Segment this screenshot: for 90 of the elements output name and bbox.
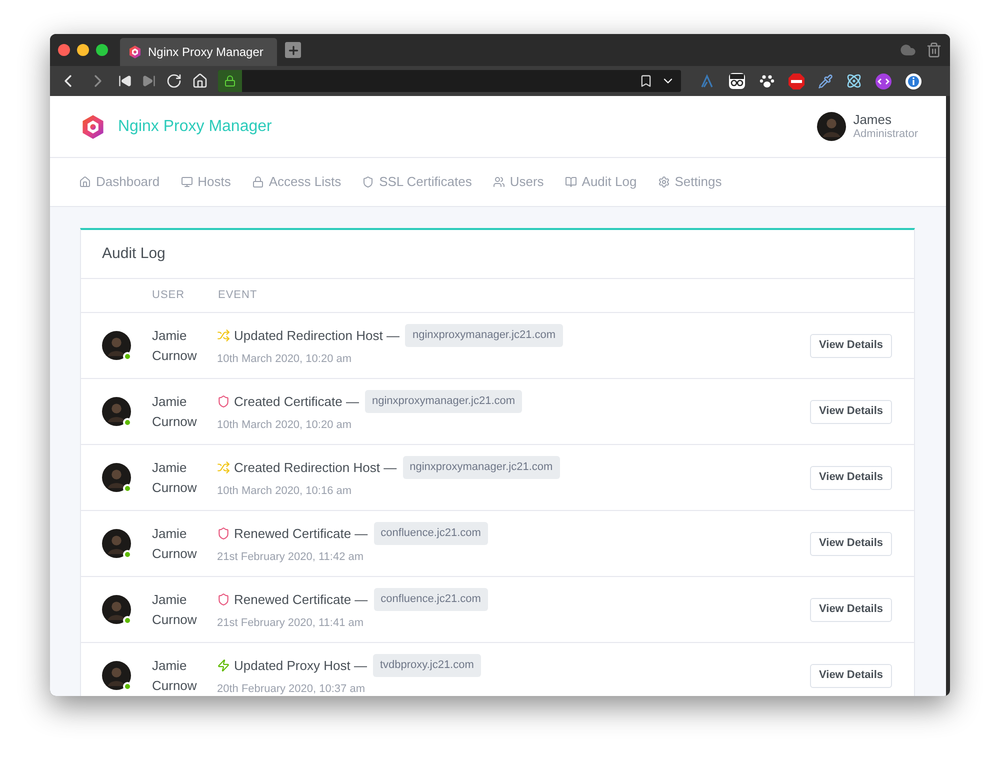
nav-link[interactable]: Audit Log [564, 172, 637, 192]
browser-tab[interactable]: Nginx Proxy Manager [120, 38, 277, 66]
book-icon [564, 176, 577, 188]
host-tag: confluence.jc21.com [374, 588, 488, 610]
lock-icon [224, 75, 236, 87]
avatar-icon [102, 529, 131, 558]
host-tag: nginxproxymanager.jc21.com [402, 456, 560, 478]
avatar-icon [102, 397, 131, 426]
user-last-name: Curnow [152, 544, 198, 562]
avatar-icon [102, 331, 131, 360]
event-timestamp: 10th March 2020, 10:20 am [217, 418, 353, 432]
event-description: Updated Proxy Host — [234, 656, 367, 675]
user-first-name: Jamie [152, 392, 188, 410]
user-name: James [853, 112, 892, 126]
home-icon[interactable] [192, 73, 208, 89]
settings-icon [658, 176, 670, 188]
extension-icon[interactable] [699, 73, 715, 89]
new-tab-button[interactable] [285, 42, 301, 58]
hexagon-logo-icon [80, 114, 106, 140]
glasses-icon[interactable] [728, 72, 746, 90]
lock-icon [252, 176, 264, 188]
host-tag: confluence.jc21.com [374, 522, 488, 544]
shuffle-icon [217, 328, 230, 342]
event-description: Renewed Certificate — [234, 590, 368, 608]
shuffle-icon [217, 460, 230, 474]
trash-icon[interactable] [926, 42, 942, 58]
code-circle-icon[interactable] [875, 72, 892, 90]
column-header: USER [152, 288, 186, 304]
view-details-button[interactable]: View Details [810, 598, 892, 622]
view-details-button[interactable]: View Details [810, 466, 892, 490]
shield-icon [217, 526, 230, 540]
paw-icon[interactable] [759, 73, 775, 89]
hexagon-logo-icon [128, 45, 142, 59]
user-last-name: Curnow [152, 676, 198, 694]
monitor-icon [180, 176, 193, 188]
card-title: Audit Log [102, 244, 166, 264]
bookmark-icon[interactable] [639, 74, 653, 88]
adblock-icon[interactable] [788, 72, 805, 90]
view-details-button[interactable]: View Details [810, 532, 892, 556]
user-first-name: Jamie [152, 458, 188, 476]
host-tag: tvdbproxy.jc21.com [372, 654, 481, 676]
event-timestamp: 21st February 2020, 11:42 am [217, 550, 365, 564]
reload-icon[interactable] [166, 73, 182, 89]
view-details-button[interactable]: View Details [810, 664, 892, 688]
event-timestamp: 21st February 2020, 11:41 am [217, 616, 365, 630]
event-description: Renewed Certificate — [234, 524, 368, 542]
nav-link[interactable]: Hosts [180, 172, 231, 192]
event-description: Created Redirection Host — [234, 458, 397, 476]
user-last-name: Curnow [152, 610, 198, 628]
nav-link[interactable]: Access Lists [252, 172, 342, 192]
atom-icon[interactable] [846, 73, 862, 89]
avatar-icon [817, 112, 846, 141]
column-header: EVENT [218, 288, 258, 304]
shield-icon [362, 176, 374, 188]
shield-icon [217, 394, 230, 408]
skip-back-icon[interactable] [118, 74, 132, 88]
event-description: Updated Redirection Host — [234, 326, 400, 345]
brand-name[interactable]: Nginx Proxy Manager [118, 114, 272, 138]
shield-icon [217, 592, 230, 606]
skip-forward-icon[interactable] [142, 74, 156, 88]
user-first-name: Jamie [152, 590, 188, 608]
event-timestamp: 10th March 2020, 10:16 am [217, 484, 353, 498]
host-tag: nginxproxymanager.jc21.com [405, 324, 563, 346]
view-details-button[interactable]: View Details [810, 334, 892, 358]
user-last-name: Curnow [152, 346, 198, 364]
nav-link[interactable]: SSL Certificates [362, 172, 472, 192]
event-description: Created Certificate — [234, 392, 359, 410]
nav-link[interactable]: Users [492, 172, 544, 192]
cloud-icon[interactable] [900, 42, 916, 58]
lightning-icon [217, 658, 230, 672]
event-timestamp: 20th February 2020, 10:37 am [217, 682, 366, 696]
host-tag: nginxproxymanager.jc21.com [365, 390, 522, 412]
user-first-name: Jamie [152, 524, 188, 542]
secure-lock-button[interactable] [218, 70, 242, 92]
avatar-icon [102, 595, 131, 624]
user-first-name: Jamie [152, 656, 188, 674]
avatar-icon [102, 661, 131, 690]
eyedropper-icon[interactable] [818, 74, 833, 88]
nav-link[interactable]: Dashboard [79, 172, 160, 192]
user-last-name: Curnow [152, 478, 198, 496]
info-circle-icon[interactable] [905, 72, 922, 90]
users-icon [492, 176, 505, 188]
nav-link[interactable]: Settings [658, 172, 722, 192]
avatar-icon [102, 463, 131, 492]
user-first-name: Jamie [152, 326, 188, 344]
user-role: Administrator [853, 126, 918, 142]
user-last-name: Curnow [152, 412, 198, 430]
home-icon [79, 176, 91, 188]
view-details-button[interactable]: View Details [810, 400, 892, 424]
event-timestamp: 10th March 2020, 10:20 am [217, 352, 353, 366]
